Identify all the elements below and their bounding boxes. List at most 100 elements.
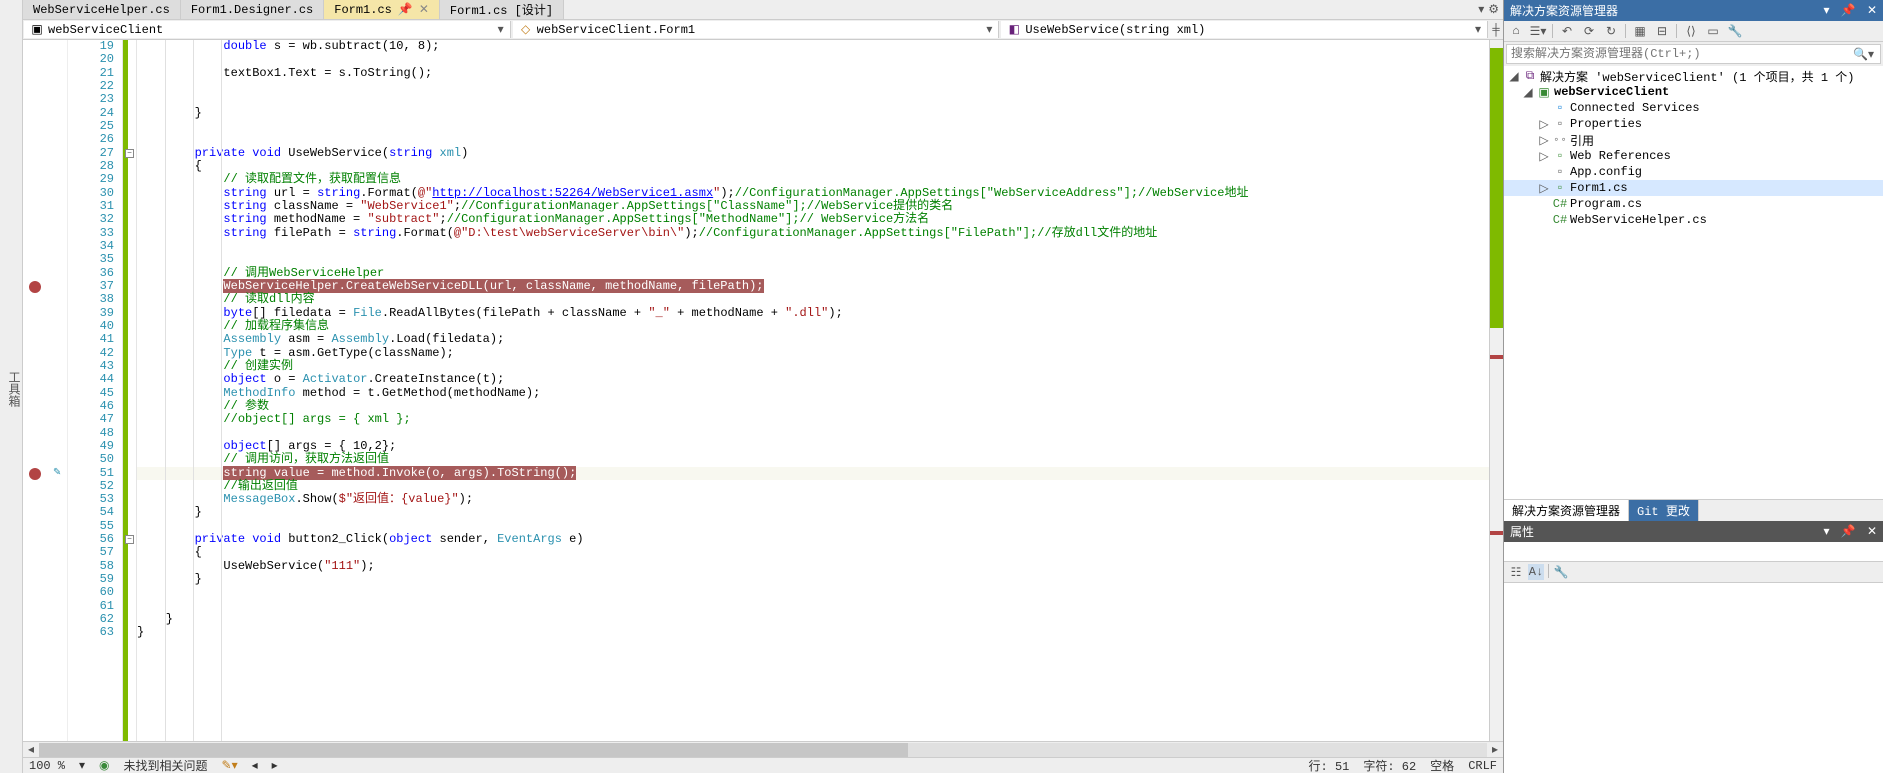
tab-solution-explorer[interactable]: 解决方案资源管理器 bbox=[1504, 500, 1629, 521]
screwdriver-icon[interactable]: ✎▾ bbox=[222, 758, 238, 773]
code-line[interactable]: WebServiceHelper.CreateWebServiceDLL(url… bbox=[137, 280, 1489, 293]
properties-grid[interactable] bbox=[1504, 583, 1883, 773]
search-icon[interactable]: 🔍▾ bbox=[1847, 47, 1880, 62]
dropdown-icon[interactable]: ▾ bbox=[1824, 525, 1830, 539]
line-number[interactable]: 52 bbox=[68, 480, 114, 493]
show-all-icon[interactable]: ▦ bbox=[1632, 23, 1648, 39]
overview-ruler[interactable] bbox=[1489, 40, 1503, 741]
line-number[interactable]: 34 bbox=[68, 240, 114, 253]
collapse-icon[interactable]: ⊟ bbox=[1654, 23, 1670, 39]
wrench-icon[interactable]: 🔧 bbox=[1553, 564, 1569, 580]
fold-toggle[interactable]: − bbox=[125, 149, 134, 158]
code-line[interactable]: MethodInfo method = t.GetMethod(methodNa… bbox=[137, 387, 1489, 400]
chevron-left-icon[interactable]: ◂ bbox=[252, 758, 258, 773]
properties-icon[interactable]: ⟨⟩ bbox=[1683, 23, 1699, 39]
line-number[interactable]: 21 bbox=[68, 67, 114, 80]
scroll-track[interactable] bbox=[39, 743, 1487, 757]
refresh-icon[interactable]: ↻ bbox=[1603, 23, 1619, 39]
expand-icon[interactable]: ▷ bbox=[1538, 133, 1550, 148]
line-number[interactable]: 20 bbox=[68, 53, 114, 66]
code-line[interactable]: // 读取配置文件，获取配置信息 bbox=[137, 173, 1489, 186]
code-line[interactable] bbox=[137, 120, 1489, 133]
tabs-dropdown-icon[interactable]: ▾ bbox=[1478, 2, 1484, 17]
line-number[interactable]: 46 bbox=[68, 400, 114, 413]
code-line[interactable]: // 加载程序集信息 bbox=[137, 320, 1489, 333]
line-number[interactable]: 51 bbox=[68, 467, 114, 480]
line-number[interactable]: 26 bbox=[68, 133, 114, 146]
line-number[interactable]: 57 bbox=[68, 546, 114, 559]
line-indicator[interactable]: 行: 51 bbox=[1309, 757, 1350, 774]
tree-item[interactable]: ▷▫Properties bbox=[1504, 116, 1883, 132]
code-line[interactable] bbox=[137, 53, 1489, 66]
properties-title[interactable]: 属性 ▾ 📌 ✕ bbox=[1504, 521, 1883, 542]
line-number[interactable]: 30 bbox=[68, 187, 114, 200]
col-indicator[interactable]: 字符: 62 bbox=[1363, 757, 1416, 774]
nav-class-combo[interactable]: ◇ webServiceClient.Form1 ▾ bbox=[513, 21, 1000, 38]
code-line[interactable]: } bbox=[137, 506, 1489, 519]
pin-icon[interactable]: 📌 bbox=[1841, 4, 1856, 18]
line-number[interactable]: 19 bbox=[68, 40, 114, 53]
document-tab[interactable]: WebServiceHelper.cs bbox=[23, 0, 181, 19]
scroll-thumb[interactable] bbox=[39, 743, 908, 757]
line-number[interactable]: 31 bbox=[68, 200, 114, 213]
solution-search[interactable]: 🔍▾ bbox=[1506, 44, 1881, 64]
issues-text[interactable]: 未找到相关问题 bbox=[124, 757, 208, 774]
expand-icon[interactable]: ◢ bbox=[1522, 85, 1534, 100]
line-number[interactable]: 40 bbox=[68, 320, 114, 333]
code-line[interactable]: } bbox=[137, 626, 1489, 639]
expand-icon[interactable]: ▷ bbox=[1538, 181, 1550, 196]
code-line[interactable]: // 调用WebServiceHelper bbox=[137, 267, 1489, 280]
code-line[interactable]: // 参数 bbox=[137, 400, 1489, 413]
line-number[interactable]: 60 bbox=[68, 586, 114, 599]
code-line[interactable]: UseWebService("111"); bbox=[137, 560, 1489, 573]
line-number[interactable]: 63 bbox=[68, 626, 114, 639]
line-number[interactable]: 54 bbox=[68, 506, 114, 519]
line-number[interactable]: 42 bbox=[68, 347, 114, 360]
code-line[interactable]: { bbox=[137, 546, 1489, 559]
fold-toggle[interactable]: − bbox=[125, 535, 134, 544]
line-number[interactable]: 36 bbox=[68, 267, 114, 280]
code-line[interactable]: // 读取dll内容 bbox=[137, 293, 1489, 306]
line-number[interactable]: 22 bbox=[68, 80, 114, 93]
line-number[interactable]: 47 bbox=[68, 413, 114, 426]
pin-icon[interactable]: 📌 bbox=[398, 2, 413, 17]
properties-object-combo[interactable] bbox=[1504, 542, 1883, 562]
line-number[interactable]: 25 bbox=[68, 120, 114, 133]
breakpoint-icon[interactable] bbox=[29, 468, 41, 480]
line-number[interactable]: 23 bbox=[68, 93, 114, 106]
nav-member-combo[interactable]: ◧ UseWebService(string xml) ▾ bbox=[1001, 21, 1488, 38]
categorized-icon[interactable]: ☷ bbox=[1508, 564, 1524, 580]
solution-node[interactable]: ◢ ⧉ 解决方案 'webServiceClient' (1 个项目，共 1 个… bbox=[1504, 68, 1883, 84]
scroll-right-icon[interactable]: ▸ bbox=[1487, 742, 1503, 757]
code-line[interactable]: double s = wb.subtract(10, 8); bbox=[137, 40, 1489, 53]
line-number[interactable]: 28 bbox=[68, 160, 114, 173]
code-editor[interactable]: ✎ 19202122232425262728293031323334353637… bbox=[23, 40, 1503, 741]
breakpoint-icon[interactable] bbox=[29, 281, 41, 293]
line-number[interactable]: 43 bbox=[68, 360, 114, 373]
line-number[interactable]: 24 bbox=[68, 107, 114, 120]
line-number[interactable]: 59 bbox=[68, 573, 114, 586]
line-number[interactable]: 37 bbox=[68, 280, 114, 293]
back-icon[interactable]: ↶ bbox=[1559, 23, 1575, 39]
close-icon[interactable]: ✕ bbox=[1867, 525, 1877, 539]
horizontal-scrollbar[interactable]: ◂ ▸ bbox=[23, 741, 1503, 757]
switch-view-icon[interactable]: ☰▾ bbox=[1530, 23, 1546, 39]
alphabetical-icon[interactable]: A↓ bbox=[1528, 564, 1544, 580]
line-number[interactable]: 58 bbox=[68, 560, 114, 573]
tree-item[interactable]: ▷◦◦ 引用 bbox=[1504, 132, 1883, 148]
pin-icon[interactable]: 📌 bbox=[1841, 525, 1856, 539]
code-line[interactable] bbox=[137, 427, 1489, 440]
zoom-chevron-icon[interactable]: ▾ bbox=[79, 758, 85, 773]
tree-item[interactable]: C# Program.cs bbox=[1504, 196, 1883, 212]
code-line[interactable]: //object[] args = { xml }; bbox=[137, 413, 1489, 426]
line-number[interactable]: 53 bbox=[68, 493, 114, 506]
line-number[interactable]: 55 bbox=[68, 520, 114, 533]
code-line[interactable] bbox=[137, 240, 1489, 253]
left-toolbox-rail[interactable]: 工具箱 bbox=[0, 0, 23, 773]
expand-icon[interactable]: ◢ bbox=[1508, 69, 1520, 84]
line-number[interactable]: 44 bbox=[68, 373, 114, 386]
code-line[interactable]: string filePath = string.Format(@"D:\tes… bbox=[137, 227, 1489, 240]
code-line[interactable]: byte[] filedata = File.ReadAllBytes(file… bbox=[137, 307, 1489, 320]
close-icon[interactable]: ✕ bbox=[1867, 4, 1877, 18]
document-tab[interactable]: Form1.cs [设计] bbox=[440, 0, 564, 19]
